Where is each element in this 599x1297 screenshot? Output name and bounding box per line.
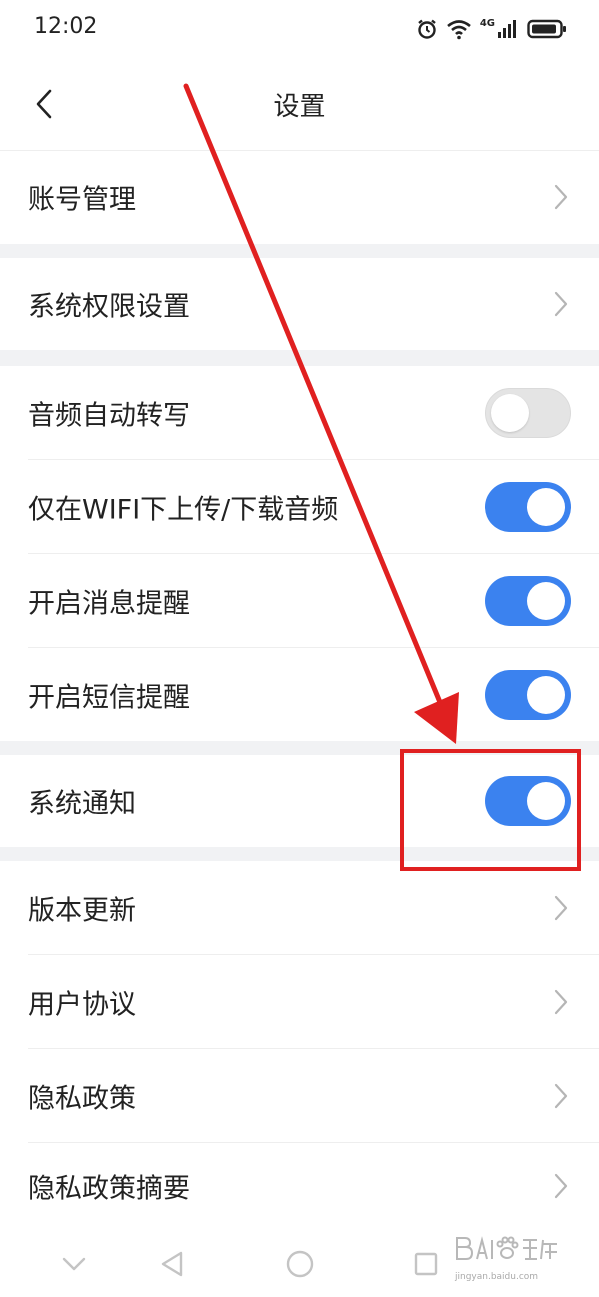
recents-square-icon bbox=[414, 1252, 438, 1276]
sms-reminder-row: 开启短信提醒 bbox=[0, 648, 599, 741]
chevron-right-icon bbox=[554, 895, 568, 921]
toggle-knob bbox=[527, 488, 565, 526]
nav-bar: 设置 bbox=[0, 58, 599, 151]
row-label: 开启短信提醒 bbox=[28, 682, 190, 713]
battery-icon bbox=[527, 19, 566, 39]
chevron-right-icon bbox=[554, 291, 568, 317]
hide-keyboard-button[interactable] bbox=[58, 1248, 90, 1280]
system-back-button[interactable] bbox=[156, 1248, 188, 1280]
row-label: 隐私政策 bbox=[28, 1083, 136, 1115]
back-triangle-icon bbox=[161, 1251, 183, 1277]
network-type-label: 4G bbox=[479, 18, 495, 29]
wifi-icon bbox=[447, 20, 471, 40]
chevron-right-icon bbox=[554, 989, 568, 1015]
row-label: 音频自动转写 bbox=[28, 400, 190, 432]
status-time: 12:02 bbox=[34, 14, 98, 39]
toggle-knob bbox=[527, 675, 565, 714]
system-permissions-row[interactable]: 系统权限设置 bbox=[0, 258, 599, 350]
system-home-button[interactable] bbox=[284, 1248, 316, 1280]
version-update-row[interactable]: 版本更新 bbox=[0, 861, 599, 955]
annotation-highlight-box bbox=[400, 749, 581, 871]
wifi-only-row: 仅在WIFI下上传/下载音频 bbox=[0, 460, 599, 554]
toggle-knob bbox=[527, 582, 565, 620]
section-gap bbox=[0, 244, 599, 258]
row-label: 系统权限设置 bbox=[28, 291, 190, 323]
baidu-jingyan-logo bbox=[456, 1236, 557, 1260]
audio-transcribe-row: 音频自动转写 bbox=[0, 366, 599, 460]
row-label: 仅在WIFI下上传/下载音频 bbox=[28, 494, 339, 526]
row-label: 开启消息提醒 bbox=[28, 588, 190, 620]
status-bar: 12:02 4G bbox=[0, 0, 599, 58]
row-label: 隐私政策摘要 bbox=[28, 1173, 190, 1204]
row-label: 系统通知 bbox=[28, 788, 136, 820]
home-circle-icon bbox=[286, 1250, 314, 1278]
message-reminder-toggle[interactable] bbox=[485, 576, 571, 626]
watermark-text: jingyan.baidu.com bbox=[455, 1272, 539, 1282]
row-label: 用户协议 bbox=[28, 989, 136, 1021]
sms-reminder-toggle[interactable] bbox=[485, 669, 571, 720]
chevron-down-icon bbox=[62, 1257, 86, 1271]
system-recents-button[interactable] bbox=[410, 1248, 442, 1280]
section-gap bbox=[0, 350, 599, 366]
privacy-summary-row[interactable]: 隐私政策摘要 bbox=[0, 1143, 599, 1228]
baidu-jingyan-watermark: jingyan.baidu.com bbox=[453, 1228, 565, 1288]
page-title: 设置 bbox=[273, 92, 326, 122]
audio-transcribe-toggle[interactable] bbox=[485, 388, 571, 438]
signal-icon bbox=[498, 20, 516, 38]
chevron-right-icon bbox=[554, 184, 568, 210]
chevron-right-icon bbox=[554, 1083, 568, 1109]
toggle-knob bbox=[491, 394, 529, 432]
alarm-icon bbox=[418, 19, 436, 39]
chevron-right-icon bbox=[554, 1173, 568, 1198]
row-label: 账号管理 bbox=[28, 184, 136, 216]
message-reminder-row: 开启消息提醒 bbox=[0, 554, 599, 648]
wifi-only-toggle[interactable] bbox=[485, 482, 571, 532]
privacy-policy-row[interactable]: 隐私政策 bbox=[0, 1049, 599, 1143]
account-management-row[interactable]: 账号管理 bbox=[0, 150, 599, 244]
status-icons: 4G bbox=[416, 14, 567, 44]
user-agreement-row[interactable]: 用户协议 bbox=[0, 955, 599, 1049]
row-label: 版本更新 bbox=[28, 895, 136, 927]
